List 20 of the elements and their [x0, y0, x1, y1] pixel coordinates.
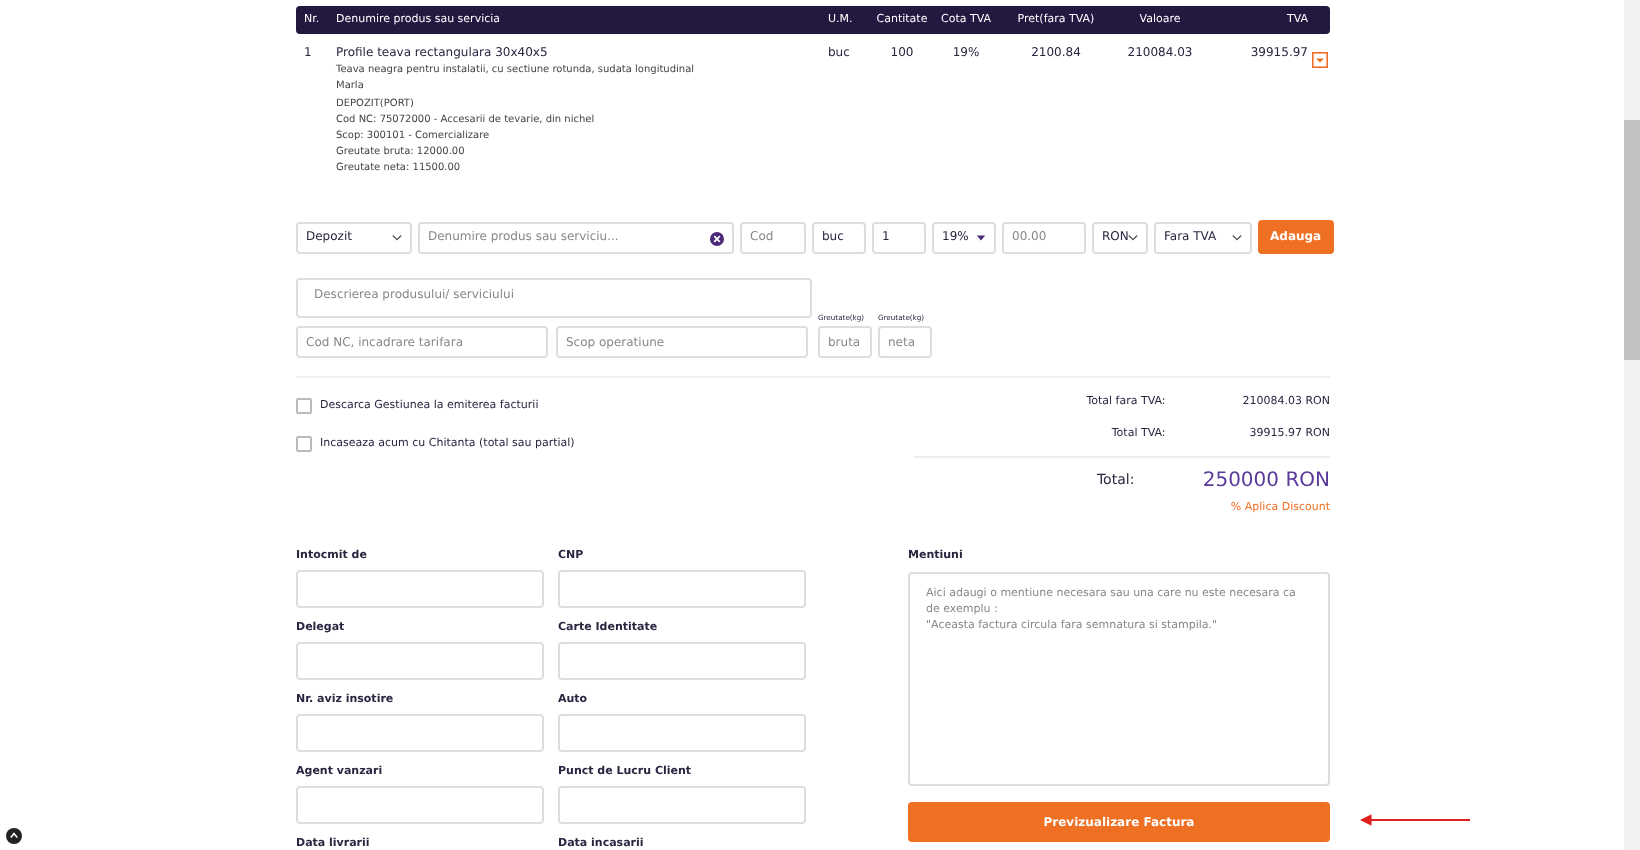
caret-icon: [976, 233, 986, 241]
scrollbar[interactable]: [1624, 0, 1640, 850]
input-field[interactable]: [558, 570, 806, 608]
input-field[interactable]: [296, 714, 544, 752]
chevron-down-icon: [1128, 233, 1139, 241]
clear-icon[interactable]: [710, 231, 724, 245]
checkbox[interactable]: [296, 398, 312, 414]
input-field[interactable]: [558, 642, 806, 680]
input-field[interactable]: [558, 714, 806, 752]
arrow-icon: [1360, 812, 1472, 828]
grand-total-value: 250000 RON: [1200, 469, 1330, 491]
input-field[interactable]: [296, 786, 544, 824]
input-field[interactable]: [296, 570, 544, 608]
chevron-down-icon: [392, 233, 402, 241]
input-field[interactable]: [558, 786, 806, 824]
dropdown-icon[interactable]: [1312, 52, 1328, 68]
chevron-down-icon: [1232, 233, 1242, 241]
input-field[interactable]: [296, 642, 544, 680]
circle-icon[interactable]: [6, 828, 22, 844]
checkbox[interactable]: [296, 436, 312, 452]
